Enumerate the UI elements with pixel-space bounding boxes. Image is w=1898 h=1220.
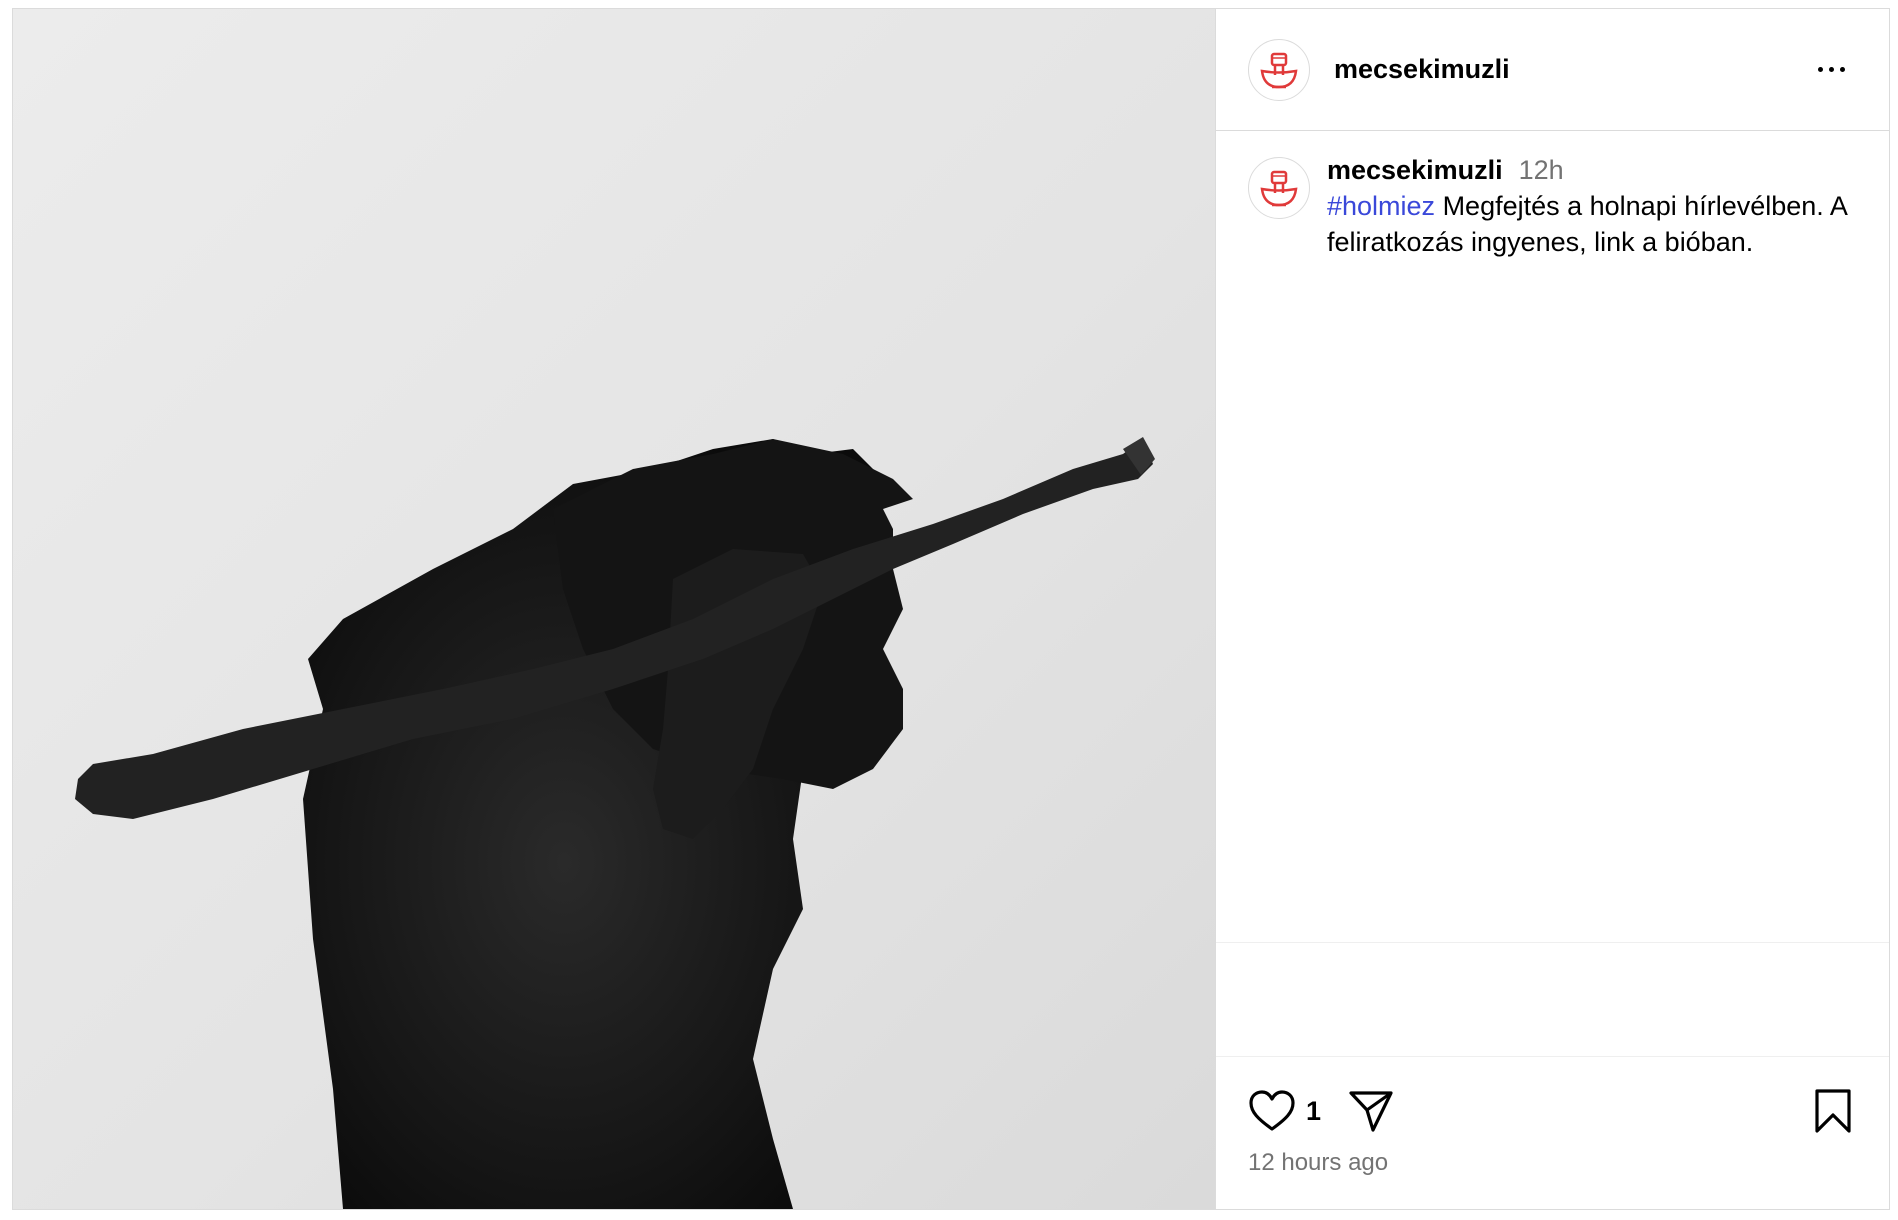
share-icon	[1349, 1091, 1393, 1132]
avatar[interactable]	[1248, 38, 1310, 101]
heart-icon	[1249, 1090, 1295, 1131]
post-timestamp[interactable]: 12 hours ago	[1248, 1149, 1857, 1177]
caption-avatar[interactable]	[1248, 157, 1310, 219]
more-options-button[interactable]	[1809, 48, 1853, 92]
comment-input-area	[1216, 943, 1889, 1057]
share-button[interactable]	[1347, 1088, 1395, 1134]
bowl-fist-logo-icon	[1260, 52, 1298, 88]
caption-username[interactable]: mecsekimuzli	[1327, 155, 1503, 186]
caption-text: #holmiez Megfejtés a holnapi hírlevélben…	[1327, 188, 1857, 260]
caption-time[interactable]: 12h	[1519, 155, 1564, 186]
post-image[interactable]	[13, 9, 1216, 1209]
save-button[interactable]	[1813, 1081, 1853, 1141]
caption-body: mecsekimuzli 12h #holmiez Megfejtés a ho…	[1327, 155, 1857, 260]
post-actions: 1 12 hours ago	[1216, 1057, 1889, 1209]
hashtag-link[interactable]: #holmiez	[1327, 191, 1435, 221]
bowl-fist-logo-icon	[1260, 170, 1298, 207]
like-count[interactable]: 1	[1306, 1096, 1321, 1127]
post-card: mecsekimuzli mecsekimuzli 12h #holmiez M…	[12, 8, 1890, 1210]
like-button[interactable]	[1248, 1089, 1296, 1133]
comments-section: mecsekimuzli 12h #holmiez Megfejtés a ho…	[1216, 131, 1889, 943]
more-options-icon	[1815, 67, 1848, 72]
sculpture-photo	[75, 437, 1155, 1209]
header-username[interactable]: mecsekimuzli	[1334, 54, 1809, 85]
caption: mecsekimuzli 12h #holmiez Megfejtés a ho…	[1248, 155, 1857, 260]
bookmark-icon	[1815, 1089, 1851, 1133]
post-header: mecsekimuzli	[1216, 9, 1889, 131]
post-sidebar: mecsekimuzli mecsekimuzli 12h #holmiez M…	[1216, 9, 1889, 1209]
